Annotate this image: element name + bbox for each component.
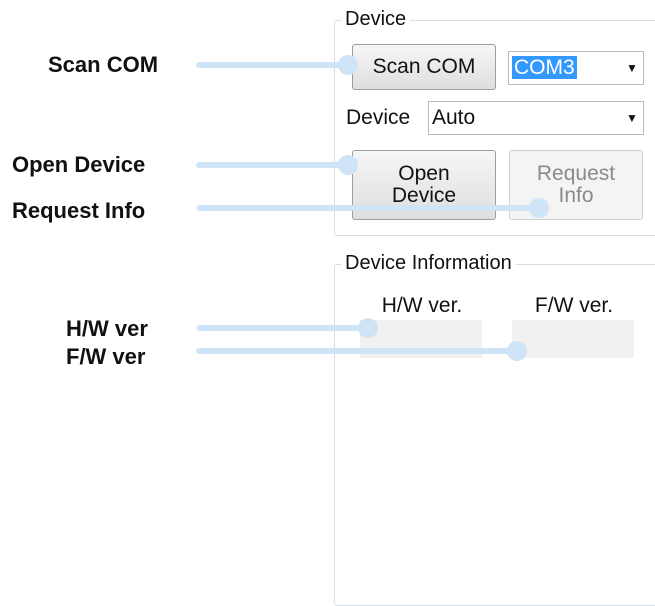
callout-scan-com-dot bbox=[338, 55, 358, 75]
callout-request-info-line bbox=[196, 205, 540, 211]
fw-ver-value bbox=[512, 320, 634, 358]
chevron-down-icon[interactable]: ▼ bbox=[621, 111, 643, 125]
callout-scan-com-line bbox=[196, 62, 352, 68]
scan-com-button[interactable]: Scan COM bbox=[352, 44, 496, 90]
device-info-groupbox-title: Device Information bbox=[341, 253, 516, 273]
device-type-value: Auto bbox=[432, 106, 476, 129]
callout-scan-com-label: Scan COM bbox=[48, 52, 159, 77]
scan-com-button-label: Scan COM bbox=[372, 54, 476, 78]
callout-open-device-dot bbox=[338, 155, 358, 175]
com-port-value: COM3 bbox=[512, 56, 577, 79]
chevron-down-icon[interactable]: ▼ bbox=[621, 61, 643, 75]
callout-request-info-dot bbox=[529, 198, 549, 218]
com-port-select[interactable]: COM3 ▼ bbox=[508, 51, 644, 85]
device-type-label: Device bbox=[346, 106, 411, 129]
callout-hw-ver-label: H/W ver bbox=[66, 316, 148, 341]
callout-hw-ver-dot bbox=[358, 318, 378, 338]
callout-fw-ver-line bbox=[196, 348, 520, 354]
hw-ver-header: H/W ver. bbox=[381, 294, 463, 317]
callout-open-device-label: Open Device bbox=[12, 152, 146, 177]
callout-hw-ver-line bbox=[196, 325, 368, 331]
callout-request-info-label: Request Info bbox=[12, 198, 146, 223]
device-type-select[interactable]: Auto ▼ bbox=[428, 101, 644, 135]
open-device-button-label: Open Device bbox=[391, 161, 457, 207]
callout-fw-ver-dot bbox=[507, 341, 527, 361]
fw-ver-header: F/W ver. bbox=[534, 294, 614, 317]
callout-open-device-line bbox=[196, 162, 352, 168]
request-info-button-label: Request Info bbox=[536, 161, 616, 207]
callout-fw-ver-label: F/W ver bbox=[66, 344, 146, 369]
device-groupbox-title: Device bbox=[341, 9, 411, 29]
